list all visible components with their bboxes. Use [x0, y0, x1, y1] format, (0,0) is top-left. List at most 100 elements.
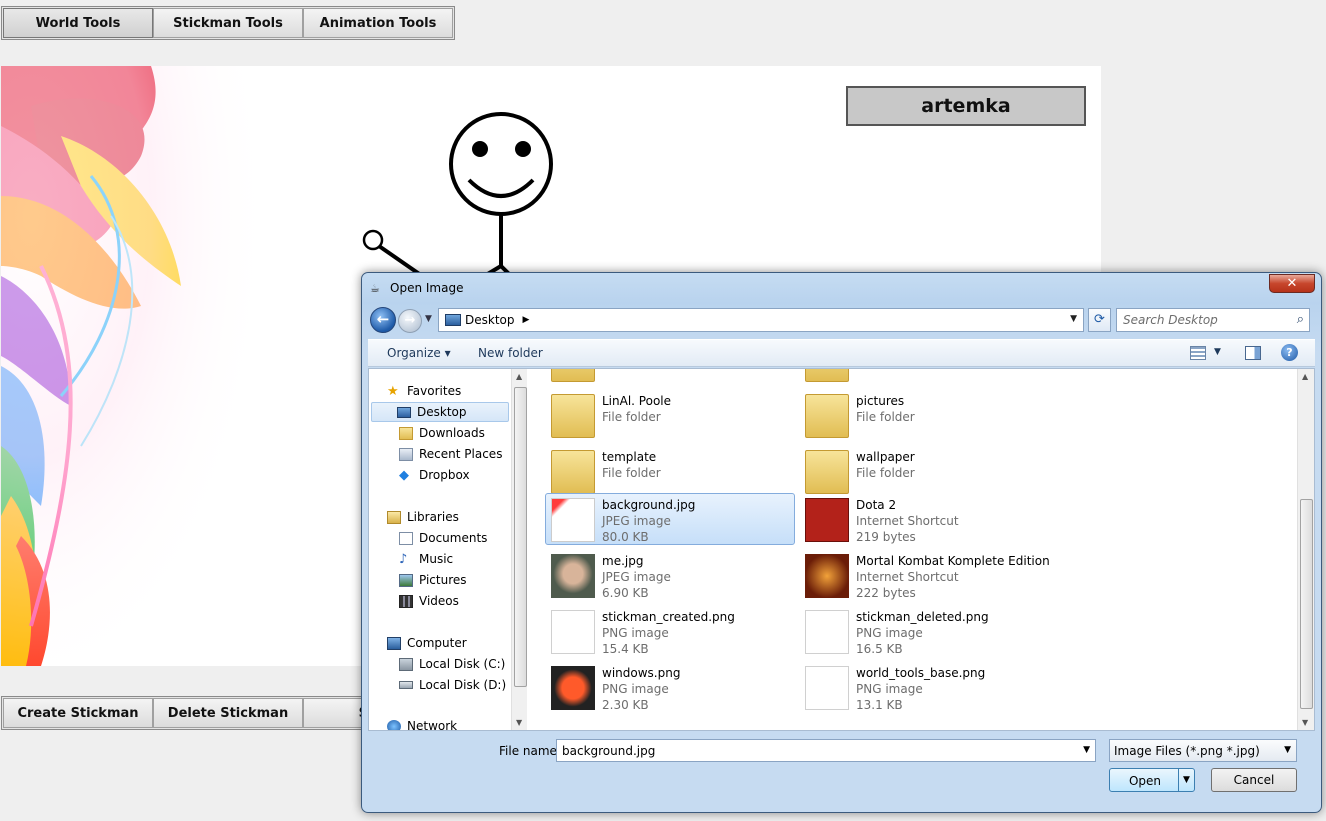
nav-computer[interactable]: Computer: [387, 633, 467, 653]
nav-downloads[interactable]: Downloads: [399, 423, 485, 443]
open-button[interactable]: Open ▼: [1109, 768, 1195, 792]
nav-label: Libraries: [407, 510, 459, 524]
nav-label: Favorites: [407, 384, 462, 398]
forward-button[interactable]: →: [398, 309, 422, 333]
organize-button[interactable]: Organize ▾: [387, 346, 451, 360]
file-list-scrollbar[interactable]: ▲ ▼: [1297, 369, 1314, 730]
nav-network[interactable]: Network: [387, 716, 457, 730]
folder-icon: [551, 394, 595, 438]
scroll-up-icon[interactable]: ▲: [1302, 372, 1308, 381]
computer-icon: [387, 636, 401, 650]
music-icon: ♪: [399, 551, 408, 567]
nav-scroll-thumb[interactable]: [514, 387, 527, 687]
file-type: JPEG image: [602, 570, 671, 584]
drive-icon: [399, 681, 413, 689]
close-button[interactable]: ✕: [1269, 274, 1315, 293]
network-icon: [387, 719, 401, 730]
nav-pictures[interactable]: Pictures: [399, 570, 467, 590]
file-item[interactable]: LinAl. Poole File folder: [545, 389, 795, 441]
file-name-input[interactable]: background.jpg ▼: [556, 739, 1096, 762]
file-name-value: background.jpg: [562, 744, 656, 758]
file-name: wallpaper: [856, 450, 915, 464]
address-bar[interactable]: Desktop ▶ ▼: [438, 308, 1084, 332]
tab-world-tools[interactable]: World Tools: [3, 8, 153, 38]
file-item[interactable]: stickman_created.png PNG image 15.4 KB: [545, 605, 795, 657]
address-dropdown-icon[interactable]: ▼: [1070, 314, 1077, 324]
nav-recent-places[interactable]: Recent Places: [399, 444, 502, 464]
photo-thumbnail-icon: [551, 554, 595, 598]
address-breadcrumb[interactable]: Desktop: [465, 313, 515, 327]
dialog-titlebar[interactable]: ☕ Open Image ✕: [362, 273, 1321, 303]
file-type: Internet Shortcut: [856, 514, 959, 528]
file-item[interactable]: windows.png PNG image 2.30 KB: [545, 661, 795, 713]
file-item[interactable]: File folder: [545, 369, 795, 385]
file-type: File folder: [602, 466, 661, 480]
open-dropdown-icon[interactable]: ▼: [1178, 769, 1194, 791]
tab-stickman-tools[interactable]: Stickman Tools: [153, 8, 303, 38]
nav-documents[interactable]: Documents: [399, 528, 487, 548]
file-item[interactable]: File folder: [799, 369, 1049, 385]
file-list: File folder File folder LinAl. Poole Fil…: [529, 369, 1298, 730]
folder-icon: [805, 450, 849, 494]
nav-label: Local Disk (C:): [419, 657, 506, 671]
create-stickman-button[interactable]: Create Stickman: [3, 698, 153, 728]
file-item[interactable]: template File folder: [545, 445, 795, 497]
cancel-button[interactable]: Cancel: [1211, 768, 1297, 792]
file-item[interactable]: wallpaper File folder: [799, 445, 1049, 497]
scroll-up-icon[interactable]: ▲: [516, 372, 522, 381]
file-item-selected[interactable]: background.jpg JPEG image 80.0 KB: [545, 493, 795, 545]
desktop-icon: [397, 406, 411, 418]
nav-music[interactable]: ♪ Music: [399, 549, 453, 569]
file-item[interactable]: Dota 2 Internet Shortcut 219 bytes: [799, 493, 1049, 545]
file-item[interactable]: world_tools_base.png PNG image 13.1 KB: [799, 661, 1049, 713]
history-dropdown-icon[interactable]: ▼: [425, 314, 432, 324]
open-label: Open: [1128, 774, 1162, 788]
file-item[interactable]: stickman_deleted.png PNG image 16.5 KB: [799, 605, 1049, 657]
file-item[interactable]: Mortal Kombat Komplete Edition Internet …: [799, 549, 1050, 601]
file-name: background.jpg: [602, 498, 696, 512]
scroll-down-icon[interactable]: ▼: [516, 718, 522, 727]
nav-favorites[interactable]: ★ Favorites: [387, 381, 461, 401]
nav-label: Downloads: [419, 426, 485, 440]
file-item[interactable]: pictures File folder: [799, 389, 1049, 441]
refresh-button[interactable]: ⟳: [1088, 308, 1111, 332]
file-name: world_tools_base.png: [856, 666, 986, 680]
preview-pane-icon[interactable]: [1245, 346, 1261, 360]
filter-dropdown-icon[interactable]: ▼: [1284, 745, 1291, 755]
png-thumbnail-icon: [805, 666, 849, 710]
breadcrumb-arrow-icon[interactable]: ▶: [523, 315, 530, 325]
tab-animation-tools[interactable]: Animation Tools: [303, 8, 453, 38]
help-icon[interactable]: ?: [1281, 344, 1298, 361]
scroll-down-icon[interactable]: ▼: [1302, 718, 1308, 727]
nav-local-disk-d[interactable]: Local Disk (D:): [399, 675, 506, 695]
file-list-scroll-thumb[interactable]: [1300, 499, 1313, 709]
nav-dropbox[interactable]: ◆ Dropbox: [399, 465, 470, 485]
nav-label: Pictures: [419, 573, 467, 587]
navigation-pane: ★ Favorites Desktop Downloads Recent Plac…: [369, 369, 527, 730]
file-item[interactable]: me.jpg JPEG image 6.90 KB: [545, 549, 795, 601]
file-type-filter-select[interactable]: Image Files (*.png *.jpg) ▼: [1109, 739, 1297, 762]
folder-icon: [805, 394, 849, 438]
nav-libraries[interactable]: Libraries: [387, 507, 459, 527]
view-dropdown-icon[interactable]: ▼: [1214, 347, 1221, 357]
nav-label: Recent Places: [419, 447, 503, 461]
file-name-dropdown-icon[interactable]: ▼: [1083, 745, 1090, 755]
dota-shortcut-icon: [805, 498, 849, 542]
back-button[interactable]: ←: [370, 307, 396, 333]
navigation-row: ← → ▼ Desktop ▶ ▼ ⟳ Search Desktop ⌕: [368, 306, 1315, 334]
nav-desktop[interactable]: Desktop: [371, 402, 509, 422]
new-folder-button[interactable]: New folder: [478, 346, 543, 360]
file-size: 6.90 KB: [602, 586, 649, 600]
mortal-kombat-shortcut-icon: [805, 554, 849, 598]
organize-label: Organize: [387, 346, 441, 360]
search-icon[interactable]: ⌕: [1297, 312, 1304, 327]
search-input[interactable]: Search Desktop ⌕: [1116, 308, 1310, 332]
filter-value: Image Files (*.png *.jpg): [1114, 744, 1260, 758]
change-view-icon[interactable]: [1190, 346, 1206, 360]
nav-local-disk-c[interactable]: Local Disk (C:): [399, 654, 505, 674]
nav-videos[interactable]: Videos: [399, 591, 459, 611]
open-image-dialog: ☕ Open Image ✕ ← → ▼ Desktop ▶ ▼ ⟳ Searc…: [361, 272, 1322, 813]
delete-stickman-button[interactable]: Delete Stickman: [153, 698, 303, 728]
file-size: 219 bytes: [856, 530, 916, 544]
nav-scrollbar[interactable]: ▲ ▼: [511, 369, 527, 730]
